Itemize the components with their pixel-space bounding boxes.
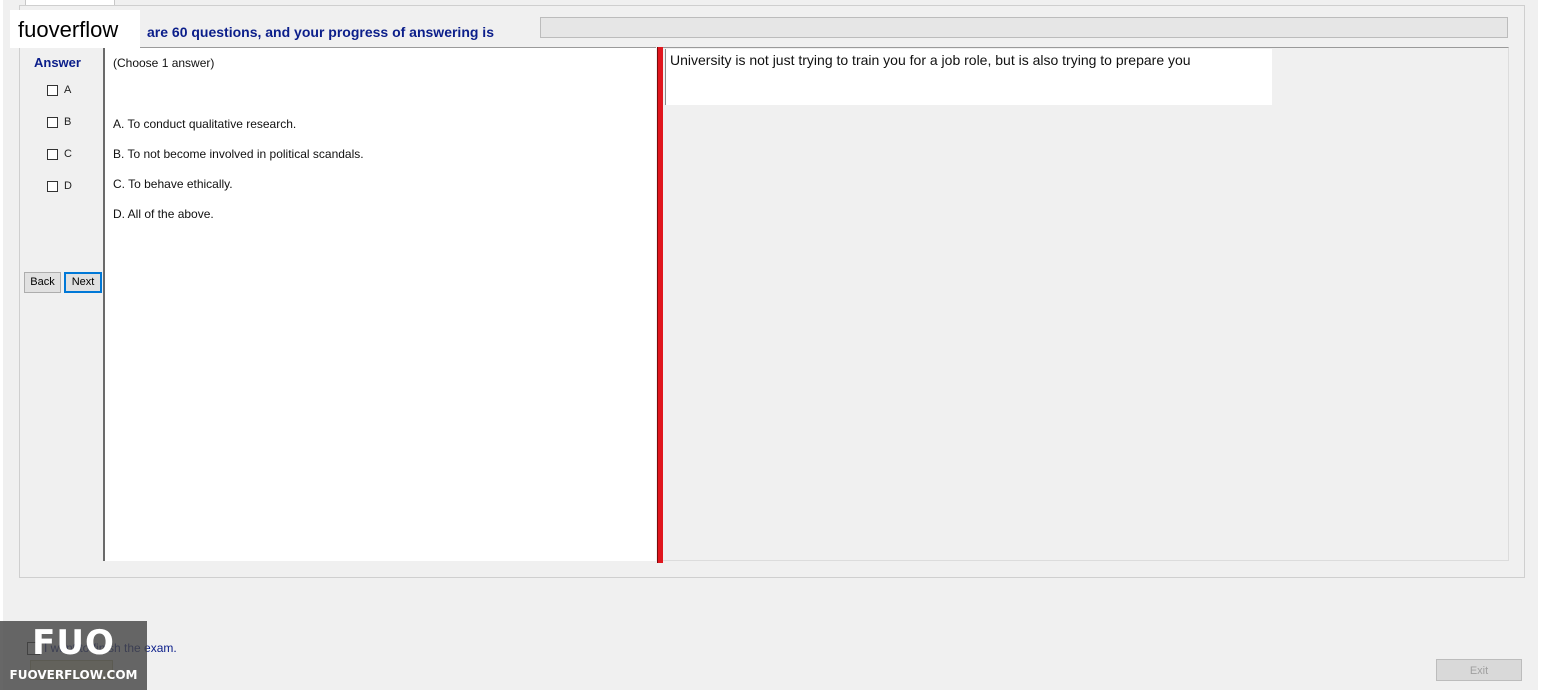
progress-bar [540, 17, 1508, 38]
watermark-text: fuoverflow [10, 10, 140, 48]
question-panel: (Choose 1 answer) A. To conduct qualitat… [103, 47, 656, 561]
choice-a: A. To conduct qualitative research. [113, 117, 297, 131]
answer-option-a[interactable]: A [47, 83, 71, 97]
answer-option-d[interactable]: D [47, 179, 72, 193]
watermark-logo-text: FUO [32, 623, 115, 663]
checkbox-c[interactable] [47, 148, 58, 160]
answer-option-label: B [64, 116, 72, 128]
exit-button[interactable]: Exit [1436, 659, 1522, 681]
answer-option-label: D [64, 180, 72, 192]
answer-option-label: A [64, 84, 72, 96]
back-button[interactable]: Back [24, 272, 61, 293]
checkbox-d[interactable] [47, 180, 58, 192]
watermark-logo: FUO FUOVERFLOW.COM [0, 621, 147, 690]
answer-option-b[interactable]: B [47, 115, 71, 129]
choice-d: D. All of the above. [113, 207, 214, 221]
choice-c: C. To behave ethically. [113, 177, 233, 191]
watermark-site-text: FUOVERFLOW.COM [9, 668, 138, 682]
context-panel [663, 47, 1509, 561]
answer-option-c[interactable]: C [47, 147, 72, 161]
choice-b: B. To not become involved in political s… [113, 147, 364, 161]
answer-option-label: C [64, 148, 72, 160]
choose-hint: (Choose 1 answer) [113, 56, 215, 70]
context-box: University is not just trying to train y… [665, 49, 1272, 105]
context-text: University is not just trying to train y… [670, 52, 1191, 68]
checkbox-b[interactable] [47, 116, 58, 128]
progress-text: are 60 questions, and your progress of a… [147, 24, 494, 40]
next-button[interactable]: Next [64, 272, 102, 293]
checkbox-a[interactable] [47, 84, 58, 96]
answer-title: Answer [34, 55, 81, 70]
